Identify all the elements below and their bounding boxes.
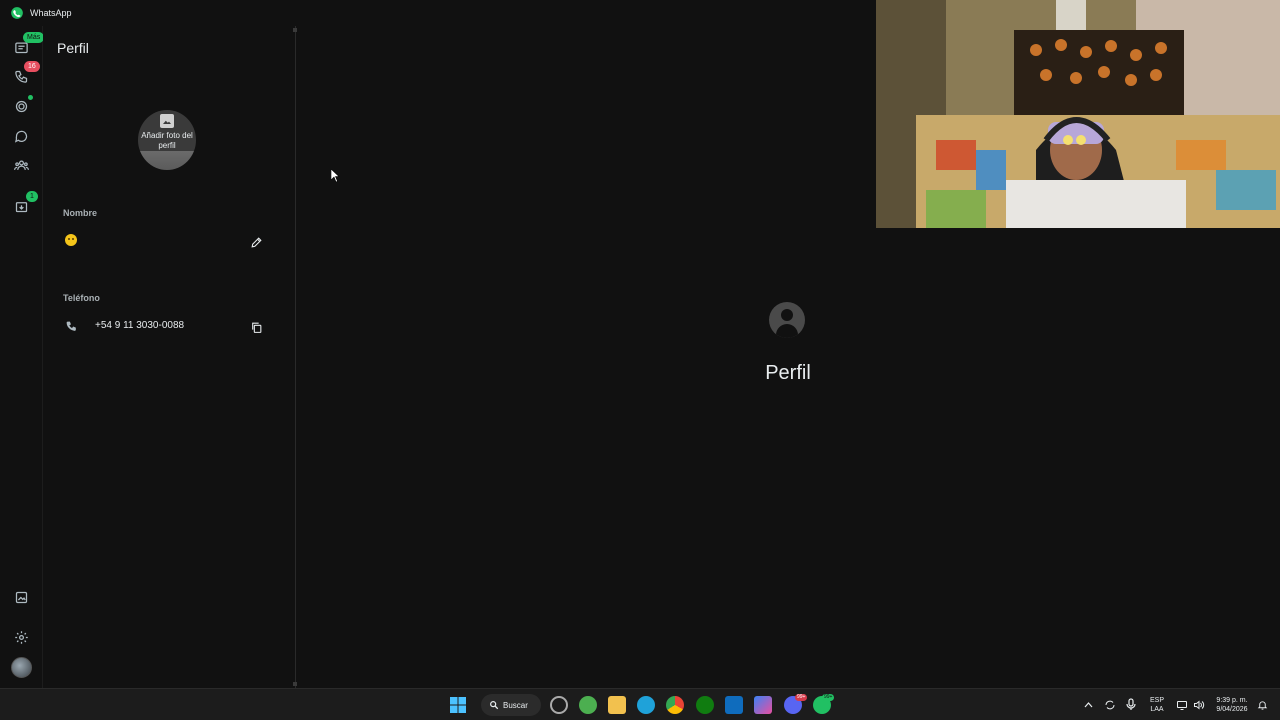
calls-badge: 16	[24, 61, 40, 72]
add-profile-photo-button[interactable]: Añadir foto del perfil	[138, 110, 196, 170]
chrome-icon[interactable]	[666, 696, 684, 714]
panel-title: Perfil	[57, 40, 89, 56]
clock-time: 9:39 p. m.	[1216, 697, 1248, 704]
profile-avatar-button[interactable]	[11, 657, 32, 678]
navigation-rail: Más 16 1	[0, 26, 45, 688]
notification-bell-icon[interactable]	[1257, 699, 1268, 711]
archived-badge: 1	[26, 191, 38, 202]
search-icon	[490, 701, 499, 710]
mouse-cursor-icon	[331, 169, 340, 183]
phone-number: +54 9 11 3030-0088	[95, 320, 185, 331]
obs-icon[interactable]	[550, 696, 568, 714]
clock[interactable]: 9:39 p. m. 9/04/2026	[1208, 696, 1256, 714]
whatsapp-badge: 99+	[822, 694, 835, 701]
name-emoji-icon	[65, 234, 77, 246]
file-explorer-icon[interactable]	[608, 696, 626, 714]
edit-name-button[interactable]	[248, 234, 264, 250]
taskbar-search-button[interactable]: Buscar	[481, 694, 541, 716]
windows-taskbar: Buscar 99+ 99+ ESP LAA 9:39 p. m. 9/04/2…	[0, 688, 1280, 720]
copy-phone-button[interactable]	[248, 319, 264, 335]
profile-placeholder-icon	[769, 302, 805, 338]
clock-date: 9/04/2026	[1216, 706, 1248, 713]
webcam-image	[876, 0, 1280, 228]
lang-top: ESP	[1149, 697, 1164, 704]
copilot-icon[interactable]	[754, 696, 772, 714]
archive-icon	[15, 201, 27, 212]
gear-icon	[14, 630, 28, 644]
phone-label: Teléfono	[63, 293, 100, 303]
communities-button[interactable]	[8, 152, 34, 178]
lang-bottom: LAA	[1150, 706, 1164, 713]
microphone-icon[interactable]	[1126, 698, 1136, 711]
chats-badge: Más	[23, 32, 45, 43]
main-title: Perfil	[765, 362, 811, 384]
status-icon	[15, 100, 27, 112]
app-title: WhatsApp	[30, 8, 72, 18]
media-button[interactable]	[8, 584, 34, 610]
channels-button[interactable]	[8, 123, 34, 149]
channels-icon	[14, 130, 27, 143]
profile-panel: Perfil Añadir foto del perfil Nombre Tel…	[43, 26, 298, 688]
pencil-icon	[250, 236, 262, 248]
chrome-green-icon[interactable]	[579, 696, 597, 714]
store-icon[interactable]	[725, 696, 743, 714]
copy-icon	[251, 322, 261, 333]
webcam-overlay	[876, 0, 1280, 228]
communities-icon	[13, 160, 29, 170]
image-icon	[160, 114, 174, 128]
settings-button[interactable]	[8, 624, 34, 650]
language-indicator[interactable]: ESP LAA	[1145, 696, 1169, 714]
whatsapp-logo-icon	[11, 7, 23, 19]
volume-icon[interactable]	[1192, 699, 1205, 711]
discord-badge: 99+	[795, 694, 808, 701]
chevron-up-icon[interactable]	[1084, 701, 1093, 708]
status-dot	[28, 95, 33, 100]
gallery-icon	[15, 591, 27, 603]
sync-icon[interactable]	[1104, 699, 1116, 711]
xbox-icon[interactable]	[696, 696, 714, 714]
phone-icon	[66, 321, 76, 331]
edge-icon[interactable]	[637, 696, 655, 714]
add-photo-label: Añadir foto del perfil	[141, 131, 193, 150]
name-label: Nombre	[63, 208, 98, 218]
search-label: Buscar	[503, 700, 528, 710]
phone-field-icon	[63, 318, 79, 334]
windows-start-icon[interactable]	[450, 697, 466, 713]
network-icon[interactable]	[1176, 699, 1188, 711]
